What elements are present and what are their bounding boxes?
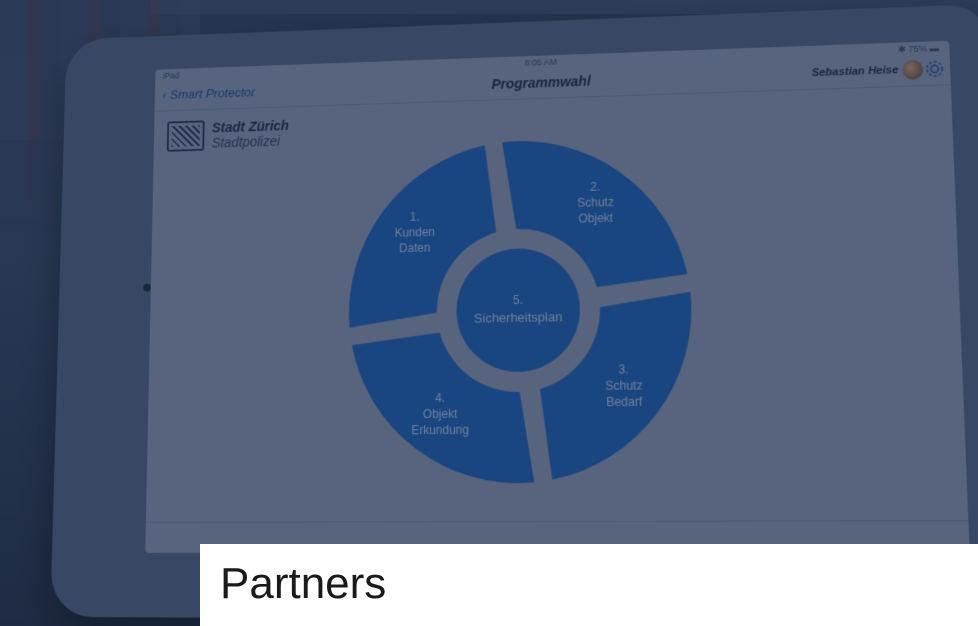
wheel-segment-4-line1: Objekt: [423, 408, 458, 421]
bluetooth-icon: ✱: [897, 44, 906, 55]
wheel-segment-3-number: 3.: [619, 364, 629, 377]
tablet-screen: iPad 8:06 AM ✱ 75% ▬ ‹ Smart Protector P…: [145, 40, 970, 554]
battery-percent: 75%: [908, 43, 928, 55]
tablet-device: iPad 8:06 AM ✱ 75% ▬ ‹ Smart Protector P…: [50, 3, 978, 622]
caption-bar: Partners: [200, 544, 978, 626]
wheel-segment-2-line1: Schutz: [577, 197, 614, 210]
wheel-segment-1-line1: Kunden: [395, 227, 435, 240]
wheel-segment-3-line1: Schutz: [605, 380, 643, 393]
wheel-segment-2-number: 2.: [590, 182, 600, 194]
stadt-zuerich-logo: Stadt Zürich Stadtpolizei: [166, 118, 289, 152]
wheel-segment-3-line2: Bedarf: [606, 396, 643, 409]
city-crest-icon: [166, 120, 205, 152]
center-label: Sicherheitsplan: [474, 310, 562, 326]
battery-icon: ▬: [929, 43, 940, 54]
logo-line2: Stadtpolizei: [211, 133, 281, 151]
center-number: 5.: [513, 295, 523, 308]
wheel-segment-4-line2: Erkundung: [411, 424, 469, 437]
wheel-segment-1-number: 1.: [410, 212, 420, 224]
caption-title: Partners: [220, 559, 387, 608]
wheel-segment-4-number: 4.: [435, 392, 445, 405]
wheel-segment-1-line2: Daten: [399, 243, 430, 256]
battery-indicator: ✱ 75% ▬: [898, 43, 939, 55]
wheel-segment-2-line2: Objekt: [578, 213, 614, 226]
gear-icon[interactable]: [923, 58, 947, 81]
program-wheel: 5. Sicherheitsplan 1. Kunden Daten 2. Schutz…: [348, 136, 695, 485]
